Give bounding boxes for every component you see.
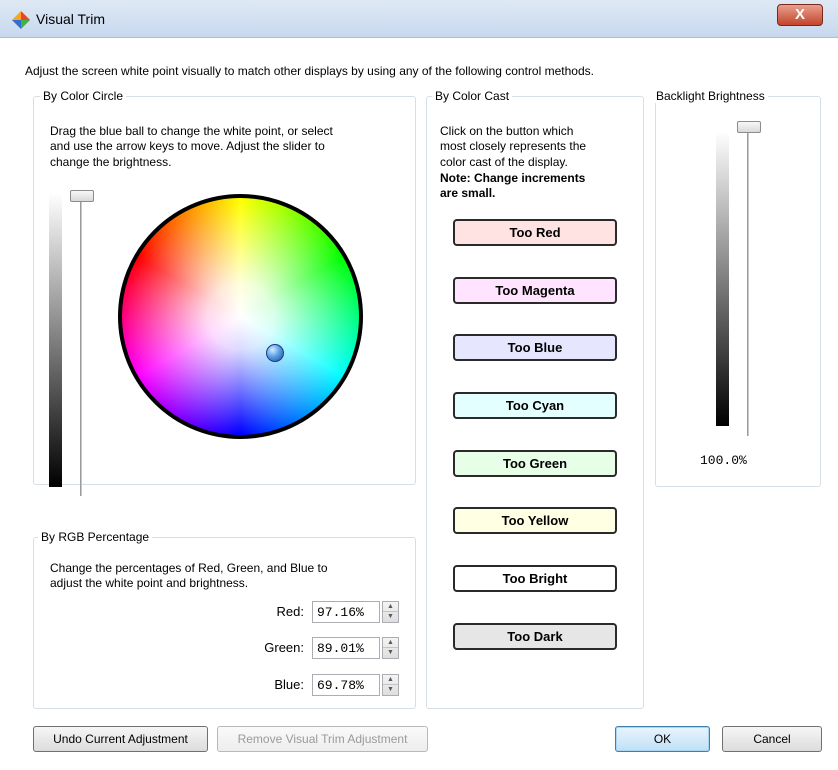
cancel-button[interactable]: Cancel xyxy=(722,726,822,752)
too-magenta-button[interactable]: Too Magenta xyxy=(453,277,617,304)
too-green-button[interactable]: Too Green xyxy=(453,450,617,477)
color-circle-group-label: By Color Circle xyxy=(40,89,127,103)
window-title: Visual Trim xyxy=(36,11,105,27)
color-cast-instructions-3: color cast of the display. xyxy=(440,155,568,169)
color-wheel[interactable] xyxy=(118,194,363,439)
color-circle-instructions-2: and use the arrow keys to move. Adjust t… xyxy=(50,139,325,153)
green-percentage-input[interactable]: 89.01% xyxy=(312,637,380,659)
backlight-value: 100.0% xyxy=(700,453,747,468)
red-percentage-input[interactable]: 97.16% xyxy=(312,601,380,623)
close-button[interactable]: X xyxy=(777,4,823,26)
ok-button[interactable]: OK xyxy=(615,726,710,752)
remove-visual-trim-adjustment-button[interactable]: Remove Visual Trim Adjustment xyxy=(217,726,428,752)
color-cast-instructions-2: most closely represents the xyxy=(440,139,587,153)
color-circle-instructions-3: change the brightness. xyxy=(50,155,172,169)
color-cast-group-label: By Color Cast xyxy=(432,89,513,103)
spin-down-icon[interactable]: ▼ xyxy=(383,612,398,622)
backlight-track xyxy=(747,128,749,436)
color-cast-instructions-1: Click on the button which xyxy=(440,124,574,138)
spin-up-icon[interactable]: ▲ xyxy=(383,638,398,648)
color-cast-note-2: are small. xyxy=(440,186,496,200)
intro-text: Adjust the screen white point visually t… xyxy=(25,64,594,78)
backlight-group-label: Backlight Brightness xyxy=(653,89,768,103)
too-red-button[interactable]: Too Red xyxy=(453,219,617,246)
red-label: Red: xyxy=(276,604,304,619)
rgb-percentage-group-label: By RGB Percentage xyxy=(38,530,153,544)
too-dark-button[interactable]: Too Dark xyxy=(453,623,617,650)
color-cast-note-1: Note: Change increments xyxy=(440,171,586,185)
too-cyan-button[interactable]: Too Cyan xyxy=(453,392,617,419)
circle-brightness-gradient xyxy=(49,193,62,487)
too-yellow-button[interactable]: Too Yellow xyxy=(453,507,617,534)
backlight-slider-thumb[interactable] xyxy=(737,121,761,133)
too-blue-button[interactable]: Too Blue xyxy=(453,334,617,361)
rgb-instructions-1: Change the percentages of Red, Green, an… xyxy=(50,561,328,575)
spin-up-icon[interactable]: ▲ xyxy=(383,602,398,612)
spin-down-icon[interactable]: ▼ xyxy=(383,685,398,695)
blue-spinner[interactable]: ▲ ▼ xyxy=(382,674,399,696)
green-spinner[interactable]: ▲ ▼ xyxy=(382,637,399,659)
undo-current-adjustment-button[interactable]: Undo Current Adjustment xyxy=(33,726,208,752)
circle-brightness-slider-thumb[interactable] xyxy=(70,190,94,202)
blue-label: Blue: xyxy=(274,677,304,692)
backlight-group xyxy=(655,96,821,487)
color-circle-instructions-1: Drag the blue ball to change the white p… xyxy=(50,124,333,138)
blue-percentage-input[interactable]: 69.78% xyxy=(312,674,380,696)
rgb-instructions-2: adjust the white point and brightness. xyxy=(50,576,249,590)
white-point-ball[interactable] xyxy=(266,344,284,362)
circle-brightness-track xyxy=(80,196,82,496)
green-label: Green: xyxy=(264,640,304,655)
visual-trim-app-icon xyxy=(12,11,30,29)
too-bright-button[interactable]: Too Bright xyxy=(453,565,617,592)
title-bar: Visual Trim X xyxy=(0,0,838,38)
spin-up-icon[interactable]: ▲ xyxy=(383,675,398,685)
backlight-gradient xyxy=(716,131,729,426)
spin-down-icon[interactable]: ▼ xyxy=(383,648,398,658)
red-spinner[interactable]: ▲ ▼ xyxy=(382,601,399,623)
